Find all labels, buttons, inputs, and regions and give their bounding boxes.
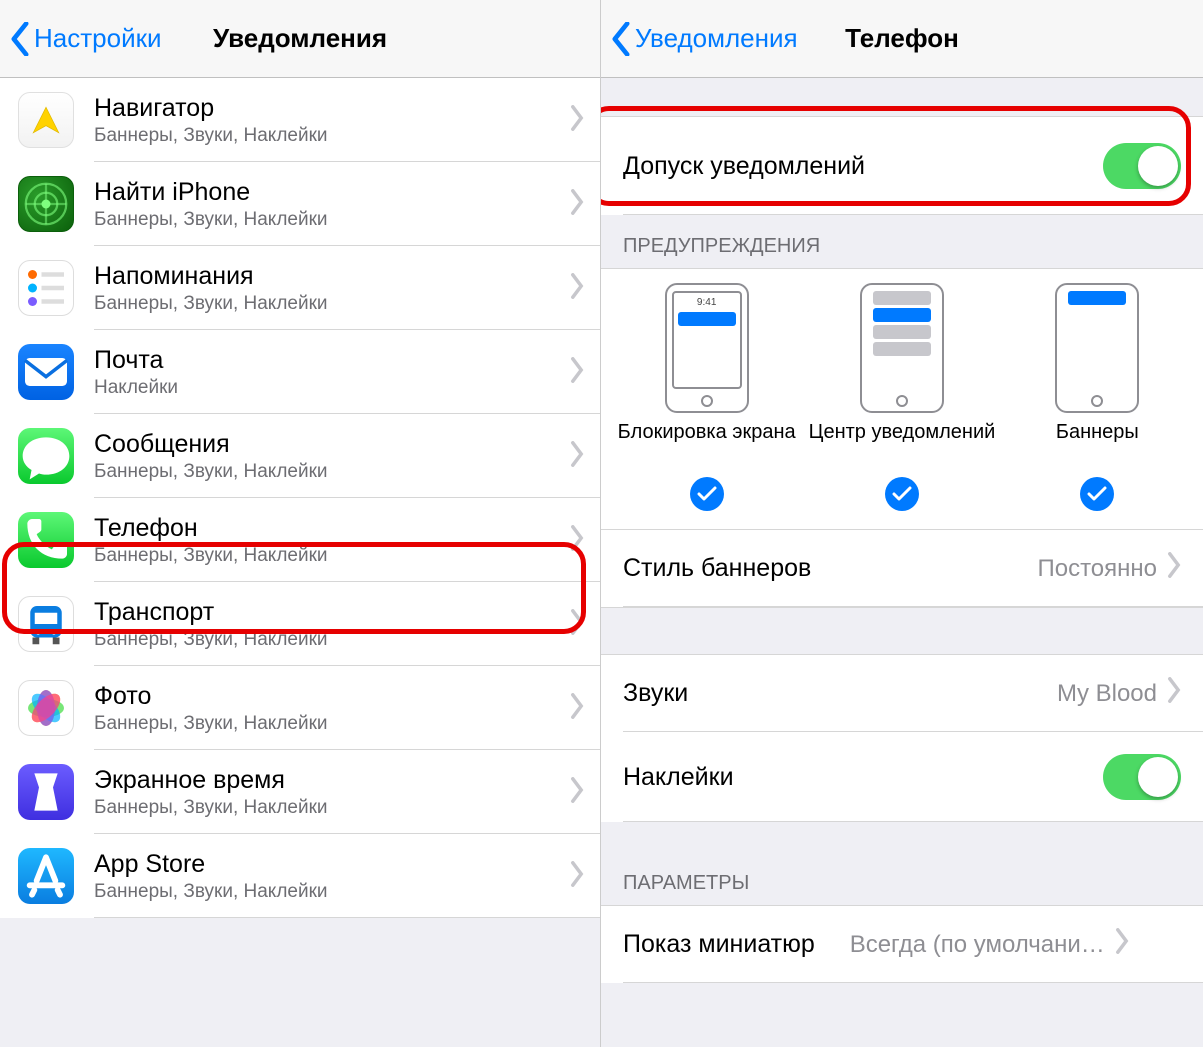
app-sub: Наклейки [94, 377, 570, 399]
app-sub: Баннеры, Звуки, Наклейки [94, 881, 570, 903]
allow-section: Допуск уведомлений [601, 116, 1203, 215]
alert-label: Центр уведомлений [809, 421, 996, 469]
app-row-screentime[interactable]: Экранное время Баннеры, Звуки, Наклейки [0, 750, 600, 834]
app-row-phone[interactable]: Телефон Баннеры, Звуки, Наклейки [0, 498, 600, 582]
phone-notification-settings-screen: Уведомления Телефон Допуск уведомлений П… [601, 0, 1203, 1047]
app-row-navigator[interactable]: Навигатор Баннеры, Звуки, Наклейки [0, 78, 600, 162]
check-icon[interactable] [885, 477, 919, 511]
alerts-header: ПРЕДУПРЕЖДЕНИЯ [601, 215, 1203, 268]
banner-style-label: Стиль баннеров [623, 554, 1037, 583]
app-sub: Баннеры, Звуки, Наклейки [94, 209, 570, 231]
app-row-messages[interactable]: Сообщения Баннеры, Звуки, Наклейки [0, 414, 600, 498]
back-button[interactable]: Настройки [0, 22, 162, 56]
lock-preview-icon: 9:41 [665, 283, 749, 413]
chevron-right-icon [1115, 928, 1129, 961]
banner-style-cell[interactable]: Стиль баннеров Постоянно [601, 530, 1203, 607]
allow-switch[interactable] [1103, 143, 1181, 189]
app-sub: Баннеры, Звуки, Наклейки [94, 293, 570, 315]
phone-icon [18, 512, 74, 568]
alert-label: Баннеры [1056, 421, 1139, 469]
back-label: Настройки [34, 23, 162, 54]
sounds-label: Звуки [623, 679, 1057, 708]
preview-time: 9:41 [697, 297, 716, 308]
app-sub: Баннеры, Звуки, Наклейки [94, 461, 570, 483]
app-title: Найти iPhone [94, 177, 570, 207]
chevron-right-icon [570, 861, 584, 892]
app-sub: Баннеры, Звуки, Наклейки [94, 125, 570, 147]
previews-cell[interactable]: Показ миниатюр Всегда (по умолчани… [601, 905, 1203, 983]
check-icon[interactable] [1080, 477, 1114, 511]
params-header: ПАРАМЕТРЫ [601, 822, 1203, 905]
app-title: Напоминания [94, 261, 570, 291]
app-list: Навигатор Баннеры, Звуки, Наклейки Найти… [0, 78, 600, 918]
mail-icon [18, 344, 74, 400]
appstore-icon [18, 848, 74, 904]
chevron-right-icon [570, 693, 584, 724]
app-sub: Баннеры, Звуки, Наклейки [94, 629, 570, 651]
banner-style-value: Постоянно [1037, 555, 1157, 583]
alert-option-banners[interactable]: Баннеры [1001, 283, 1194, 511]
photos-icon [18, 680, 74, 736]
notifications-list-screen: Настройки Уведомления Навигатор Баннеры,… [0, 0, 601, 1047]
app-sub: Баннеры, Звуки, Наклейки [94, 713, 570, 735]
app-row-transit[interactable]: Транспорт Баннеры, Звуки, Наклейки [0, 582, 600, 666]
chevron-left-icon [611, 22, 631, 56]
header: Уведомления Телефон [601, 0, 1203, 78]
navigator-icon [18, 92, 74, 148]
check-icon[interactable] [690, 477, 724, 511]
header: Настройки Уведомления [0, 0, 600, 78]
app-row-mail[interactable]: Почта Наклейки [0, 330, 600, 414]
app-row-find-iphone[interactable]: Найти iPhone Баннеры, Звуки, Наклейки [0, 162, 600, 246]
transit-icon [18, 596, 74, 652]
banner-preview-icon [1055, 283, 1139, 413]
allow-notifications-cell[interactable]: Допуск уведомлений [601, 116, 1203, 215]
app-title: Фото [94, 681, 570, 711]
reminders-icon [18, 260, 74, 316]
app-title: Почта [94, 345, 570, 375]
chevron-right-icon [570, 273, 584, 304]
chevron-right-icon [1167, 677, 1181, 710]
app-sub: Баннеры, Звуки, Наклейки [94, 545, 570, 567]
chevron-right-icon [1167, 552, 1181, 585]
previews-label: Показ миниатюр [623, 930, 815, 959]
chevron-right-icon [570, 357, 584, 388]
section-gap [601, 607, 1203, 655]
badges-switch[interactable] [1103, 754, 1181, 800]
app-row-reminders[interactable]: Напоминания Баннеры, Звуки, Наклейки [0, 246, 600, 330]
app-title: App Store [94, 849, 570, 879]
chevron-left-icon [10, 22, 30, 56]
badges-cell[interactable]: Наклейки [601, 732, 1203, 822]
center-preview-icon [860, 283, 944, 413]
back-button[interactable]: Уведомления [601, 22, 798, 56]
chevron-right-icon [570, 105, 584, 136]
alert-style-row: 9:41 Блокировка экрана Центр уведомлений [601, 268, 1203, 530]
chevron-right-icon [570, 441, 584, 472]
app-title: Транспорт [94, 597, 570, 627]
badges-label: Наклейки [623, 763, 1103, 792]
messages-icon [18, 428, 74, 484]
app-title: Навигатор [94, 93, 570, 123]
screentime-icon [18, 764, 74, 820]
chevron-right-icon [570, 189, 584, 220]
allow-label: Допуск уведомлений [623, 152, 1103, 181]
previews-value: Всегда (по умолчани… [825, 931, 1105, 959]
alert-option-lock[interactable]: 9:41 Блокировка экрана [610, 283, 803, 511]
alert-label: Блокировка экрана [618, 421, 796, 469]
find-iphone-icon [18, 176, 74, 232]
app-row-photos[interactable]: Фото Баннеры, Звуки, Наклейки [0, 666, 600, 750]
alert-option-center[interactable]: Центр уведомлений [805, 283, 998, 511]
app-title: Телефон [94, 513, 570, 543]
chevron-right-icon [570, 777, 584, 808]
app-sub: Баннеры, Звуки, Наклейки [94, 797, 570, 819]
app-title: Сообщения [94, 429, 570, 459]
sounds-cell[interactable]: Звуки My Blood [601, 655, 1203, 732]
app-row-appstore[interactable]: App Store Баннеры, Звуки, Наклейки [0, 834, 600, 918]
chevron-right-icon [570, 525, 584, 556]
app-title: Экранное время [94, 765, 570, 795]
back-label: Уведомления [635, 23, 798, 54]
chevron-right-icon [570, 609, 584, 640]
sounds-value: My Blood [1057, 680, 1157, 708]
